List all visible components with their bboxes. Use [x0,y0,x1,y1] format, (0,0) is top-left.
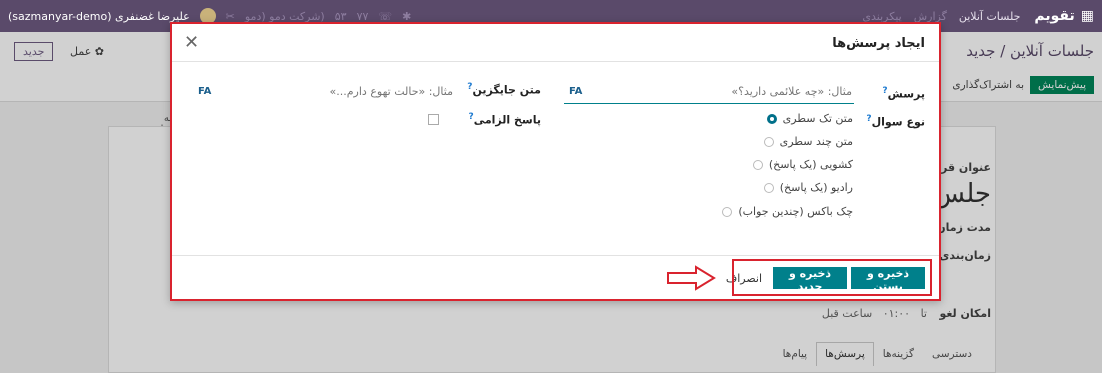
close-icon[interactable]: ✕ [184,32,199,53]
question-type-label-text: نوع سوال [871,115,925,129]
radio-dropdown[interactable]: کشویی (یک پاسخ) [752,158,853,171]
placeholder-lang-button[interactable]: FA [198,86,211,97]
placeholder-label: متن جایگزین? [467,82,541,97]
radio-button[interactable] [763,136,774,147]
radio-checkbox[interactable]: چک باکس (چندین جواب) [722,205,853,218]
placeholder-input[interactable] [285,82,455,100]
radio-button[interactable] [752,159,763,170]
radio-label: کشویی (یک پاسخ) [768,158,853,171]
placeholder-label-text: متن جایگزین [472,83,542,97]
user-name[interactable]: علیرضا غضنفری (sazmanyar-demo) [8,10,190,23]
footer-highlight-box [732,259,932,296]
radio-label: رادیو (یک پاسخ) [779,181,853,194]
company-switcher[interactable]: (شرکت دمو (دمو [245,10,325,23]
radio-single-line[interactable]: متن تک سطری [766,112,853,125]
radio-button[interactable] [766,113,777,124]
question-label-text: پرسش [887,87,925,101]
required-label-text: پاسخ الزامی [473,113,541,127]
main-menu: جلسات آنلاین گزارش پیکربندی [862,10,1020,23]
chip-messages[interactable]: ۵۳ [335,10,347,23]
question-lang-button[interactable]: FA [569,86,582,97]
radio-label: متن تک سطری [782,112,853,125]
dialog-title: ایجاد پرسش‌ها [832,36,925,51]
menu-item-configuration[interactable]: پیکربندی [862,10,901,23]
radio-label: چک باکس (چندین جواب) [738,205,853,218]
phone-icon[interactable]: ☏ [378,10,392,23]
question-type-label: نوع سوال? [866,114,925,129]
radio-button[interactable] [763,182,774,193]
menu-item-online-meetings[interactable]: جلسات آنلاین [959,10,1021,23]
required-checkbox[interactable] [428,114,439,125]
question-label: پرسش? [882,86,925,101]
tools-icon[interactable]: ✂ [226,10,235,23]
app-brand[interactable]: تقویم [1034,8,1074,24]
radio-radio[interactable]: رادیو (یک پاسخ) [763,181,853,194]
question-underline [564,103,854,104]
radio-multi-line[interactable]: متن چند سطری [763,135,853,148]
apps-menu-icon[interactable]: ▦ [1081,8,1094,24]
radio-label: متن چند سطری [779,135,853,148]
menu-item-reporting[interactable]: گزارش [914,10,947,23]
chip-activities[interactable]: ۷۷ [357,10,369,23]
question-input[interactable] [674,82,854,100]
radio-button[interactable] [722,206,733,217]
arrow-right-icon [667,265,716,291]
dialog-header: ایجاد پرسش‌ها ✕ [172,24,939,62]
bug-icon[interactable]: ✱ [402,10,411,23]
required-label: پاسخ الزامی? [468,112,541,127]
create-question-dialog: ایجاد پرسش‌ها ✕ پرسش? FA متن جایگزین? FA… [170,22,941,301]
